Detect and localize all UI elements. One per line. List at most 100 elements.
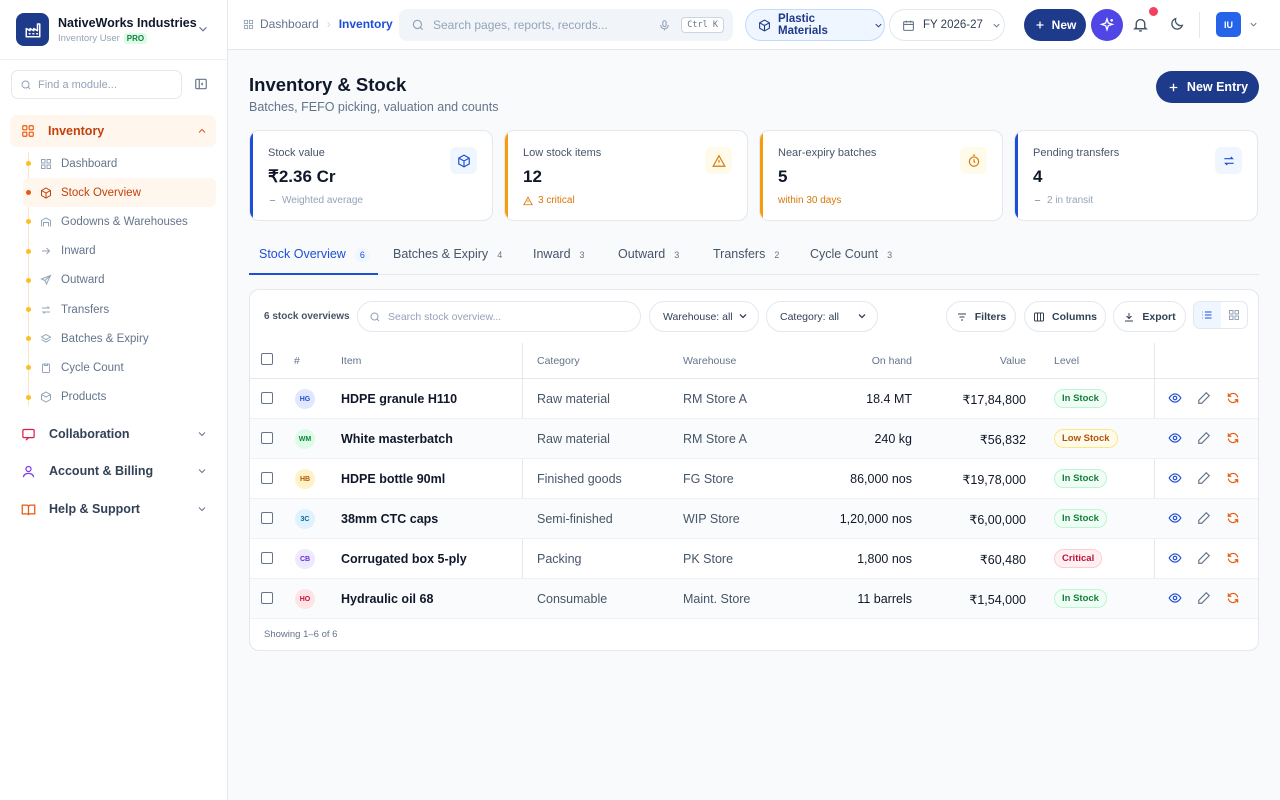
module-search-input[interactable]: Find a module... (11, 70, 182, 99)
export-button[interactable]: Export (1113, 301, 1186, 332)
new-button[interactable]: New (1024, 9, 1086, 41)
tab-inward[interactable]: Inward 3 (533, 240, 585, 275)
sidebar-item-label: Godowns & Warehouses (61, 215, 188, 228)
item-name[interactable]: White masterbatch (341, 432, 453, 446)
sidebar-item-label: Batches & Expiry (61, 332, 149, 345)
eye-icon[interactable] (1168, 591, 1182, 605)
nav-group-account-billing[interactable]: Account & Billing (10, 455, 216, 487)
nav-group-label: Help & Support (49, 502, 140, 516)
row-checkbox[interactable] (261, 472, 273, 484)
list-view-icon[interactable] (1194, 302, 1221, 328)
moon-icon[interactable] (1169, 16, 1185, 32)
kpi-card-pending-transfers: Pending transfers 4 2 in transit (1014, 130, 1258, 221)
table-row[interactable]: HO Hydraulic oil 68 Consumable Maint. St… (250, 579, 1258, 619)
refresh-icon[interactable] (1226, 431, 1240, 445)
filters-button[interactable]: Filters (946, 301, 1016, 332)
sidebar-item-stock-overview[interactable]: Stock Overview (23, 178, 216, 208)
row-checkbox[interactable] (261, 432, 273, 444)
sidebar-item-inward[interactable]: Inward (23, 237, 216, 266)
columns-button[interactable]: Columns (1024, 301, 1106, 332)
column-header-item[interactable]: Item (341, 355, 361, 367)
refresh-icon[interactable] (1226, 511, 1240, 525)
table-row[interactable]: HB HDPE bottle 90ml Finished goods FG St… (250, 459, 1258, 499)
refresh-icon[interactable] (1226, 391, 1240, 405)
sidebar-collapse-icon[interactable] (194, 77, 208, 91)
edit-icon[interactable] (1197, 511, 1211, 525)
sidebar-item-batches[interactable]: Batches & Expiry (23, 324, 216, 353)
item-initials: 3C (295, 509, 315, 529)
sidebar-item-cycle-count[interactable]: Cycle Count (23, 353, 216, 382)
item-category: Raw material (537, 392, 610, 406)
plus-icon (1167, 81, 1180, 94)
row-checkbox[interactable] (261, 552, 273, 564)
row-checkbox[interactable] (261, 512, 273, 524)
item-name[interactable]: HDPE granule H110 (341, 392, 457, 406)
sidebar-item-transfers[interactable]: Transfers (23, 295, 216, 324)
sidebar-item-dashboard[interactable]: Dashboard (23, 149, 216, 178)
tab-batches-expiry[interactable]: Batches & Expiry 4 (393, 240, 502, 275)
tab-cycle-count[interactable]: Cycle Count 3 (810, 240, 892, 275)
breadcrumb-inventory: Inventory (338, 17, 393, 31)
item-name[interactable]: HDPE bottle 90ml (341, 472, 445, 486)
category-filter-select[interactable]: Category: all (766, 301, 878, 332)
warehouse-filter-select[interactable]: Warehouse: all (649, 301, 759, 332)
material-selector[interactable]: Plastic Materials (745, 9, 885, 41)
select-all-checkbox[interactable] (261, 353, 273, 365)
edit-icon[interactable] (1197, 391, 1211, 405)
refresh-icon[interactable] (1226, 591, 1240, 605)
row-checkbox[interactable] (261, 592, 273, 604)
item-on-hand: 18.4 MT (866, 392, 912, 406)
avatar[interactable]: IU (1216, 12, 1241, 37)
edit-icon[interactable] (1197, 471, 1211, 485)
status-badge: In Stock (1054, 589, 1107, 608)
refresh-icon[interactable] (1226, 551, 1240, 565)
item-value: ₹17,84,800 (962, 393, 1026, 407)
item-name[interactable]: Corrugated box 5-ply (341, 552, 467, 566)
table-search-input[interactable]: Search stock overview... (357, 301, 641, 332)
eye-icon[interactable] (1168, 431, 1182, 445)
column-header-category[interactable]: Category (537, 355, 580, 367)
eye-icon[interactable] (1168, 511, 1182, 525)
item-name[interactable]: Hydraulic oil 68 (341, 592, 433, 606)
tab-outward[interactable]: Outward 3 (618, 240, 679, 275)
refresh-icon[interactable] (1226, 471, 1240, 485)
table-row[interactable]: WM White masterbatch Raw material RM Sto… (250, 419, 1258, 459)
chevron-down-icon[interactable] (1248, 19, 1259, 30)
edit-icon[interactable] (1197, 431, 1211, 445)
global-search-input[interactable]: Search pages, reports, records... Ctrl K (399, 9, 733, 41)
new-entry-button[interactable]: New Entry (1156, 71, 1259, 103)
column-header-on-hand[interactable]: On hand (872, 355, 912, 367)
column-header-warehouse[interactable]: Warehouse (683, 355, 736, 367)
table-row[interactable]: 3C 38mm CTC caps Semi-finished WIP Store… (250, 499, 1258, 539)
tab-count: 3 (674, 250, 680, 260)
item-name[interactable]: 38mm CTC caps (341, 512, 438, 526)
sidebar-item-products[interactable]: Products (23, 383, 216, 412)
sidebar-item-outward[interactable]: Outward (23, 266, 216, 295)
column-header-value[interactable]: Value (1000, 355, 1026, 367)
edit-icon[interactable] (1197, 591, 1211, 605)
eye-icon[interactable] (1168, 391, 1182, 405)
chevron-down-icon (873, 20, 884, 31)
nav-group-help-support[interactable]: Help & Support (10, 493, 216, 525)
ai-assistant-button[interactable] (1091, 9, 1123, 41)
table-row[interactable]: HG HDPE granule H110 Raw material RM Sto… (250, 379, 1258, 419)
table-row[interactable]: CB Corrugated box 5-ply Packing PK Store… (250, 539, 1258, 579)
column-header-level[interactable]: Level (1054, 355, 1079, 367)
row-checkbox[interactable] (261, 392, 273, 404)
org-switcher[interactable]: NativeWorks Industries Inventory User PRO (16, 13, 216, 46)
microphone-icon[interactable] (658, 19, 671, 32)
eye-icon[interactable] (1168, 471, 1182, 485)
nav-group-inventory[interactable]: Inventory (10, 115, 216, 147)
eye-icon[interactable] (1168, 551, 1182, 565)
sidebar-item-godowns[interactable]: Godowns & Warehouses (23, 207, 216, 236)
breadcrumb-dashboard[interactable]: Dashboard (260, 17, 319, 31)
fiscal-year-selector[interactable]: FY 2026-27 (889, 9, 1005, 41)
nav-group-collaboration[interactable]: Collaboration (10, 418, 216, 450)
tab-transfers[interactable]: Transfers 2 (713, 240, 779, 275)
edit-icon[interactable] (1197, 551, 1211, 565)
bell-icon[interactable] (1132, 16, 1149, 33)
tab-stock-overview[interactable]: Stock Overview 6 (249, 240, 378, 275)
grid-view-icon[interactable] (1221, 302, 1248, 328)
kpi-label: Near-expiry batches (778, 147, 877, 159)
tab-count: 6 (354, 248, 370, 262)
